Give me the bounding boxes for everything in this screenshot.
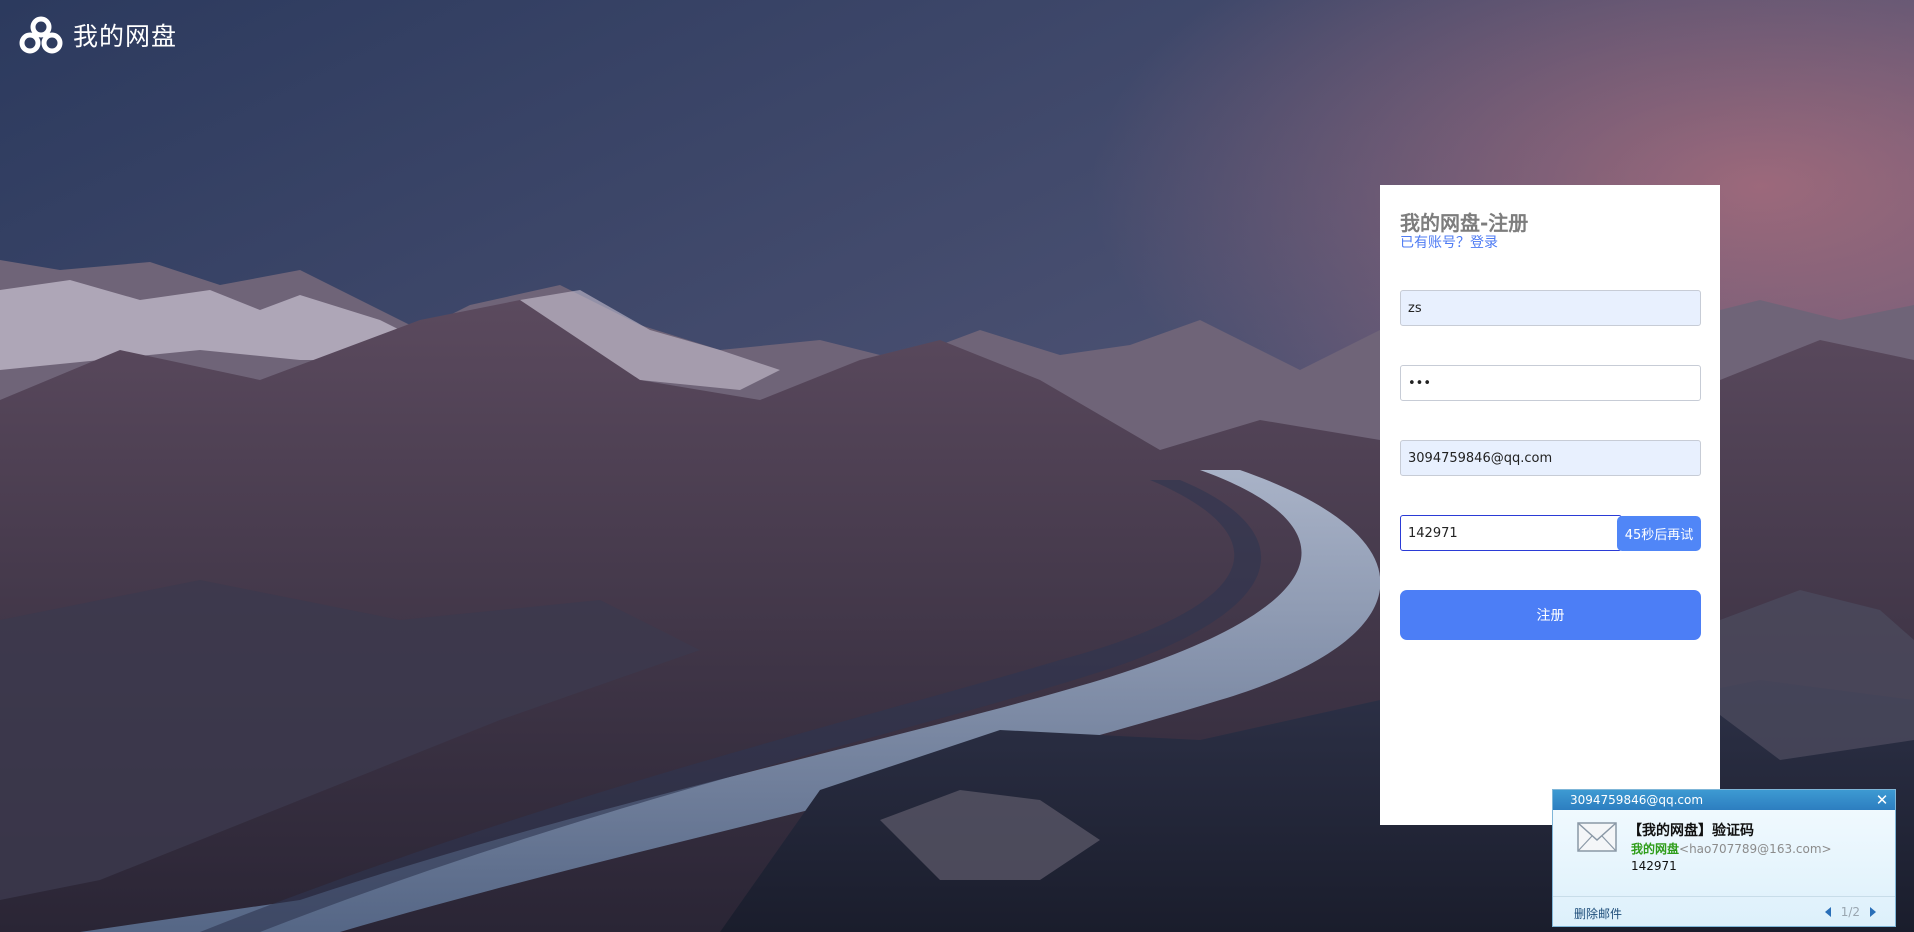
delete-mail-link[interactable]: 删除邮件 [1574, 905, 1622, 922]
login-link[interactable]: 已有账号？登录 [1400, 232, 1498, 252]
email-input[interactable] [1400, 440, 1701, 476]
cloud-logo-icon [19, 16, 63, 54]
notification-header: 3094759846@qq.com ✕ [1553, 790, 1895, 810]
page-indicator: 1/2 [1840, 905, 1860, 919]
close-icon[interactable]: ✕ [1875, 790, 1889, 810]
app-logo[interactable]: 我的网盘 [19, 16, 177, 54]
mail-body: 142971 [1631, 859, 1677, 873]
mail-sender: 我的网盘<hao707789@163.com> [1631, 840, 1832, 857]
notification-footer: 删除邮件 1/2 [1553, 896, 1895, 926]
register-panel: 我的网盘-注册 已有账号？登录 45秒后再试 注册 [1380, 185, 1720, 825]
mail-notification: 3094759846@qq.com ✕ 【我的网盘】验证码 我的网盘<hao70… [1552, 789, 1896, 927]
notification-pager: 1/2 [1824, 905, 1877, 919]
prev-arrow-icon[interactable] [1824, 906, 1832, 918]
sender-name: 我的网盘 [1631, 842, 1680, 856]
username-input[interactable] [1400, 290, 1701, 326]
envelope-icon [1577, 822, 1617, 852]
app-name: 我的网盘 [73, 22, 178, 51]
next-arrow-icon[interactable] [1869, 906, 1877, 918]
send-code-button[interactable]: 45秒后再试 [1617, 516, 1701, 551]
register-button[interactable]: 注册 [1400, 590, 1701, 640]
notification-account: 3094759846@qq.com [1570, 793, 1704, 807]
sender-address: <hao707789@163.com> [1679, 842, 1832, 856]
password-input[interactable] [1400, 365, 1701, 401]
verification-code-input[interactable] [1400, 515, 1622, 551]
mail-subject[interactable]: 【我的网盘】验证码 [1628, 820, 1754, 840]
